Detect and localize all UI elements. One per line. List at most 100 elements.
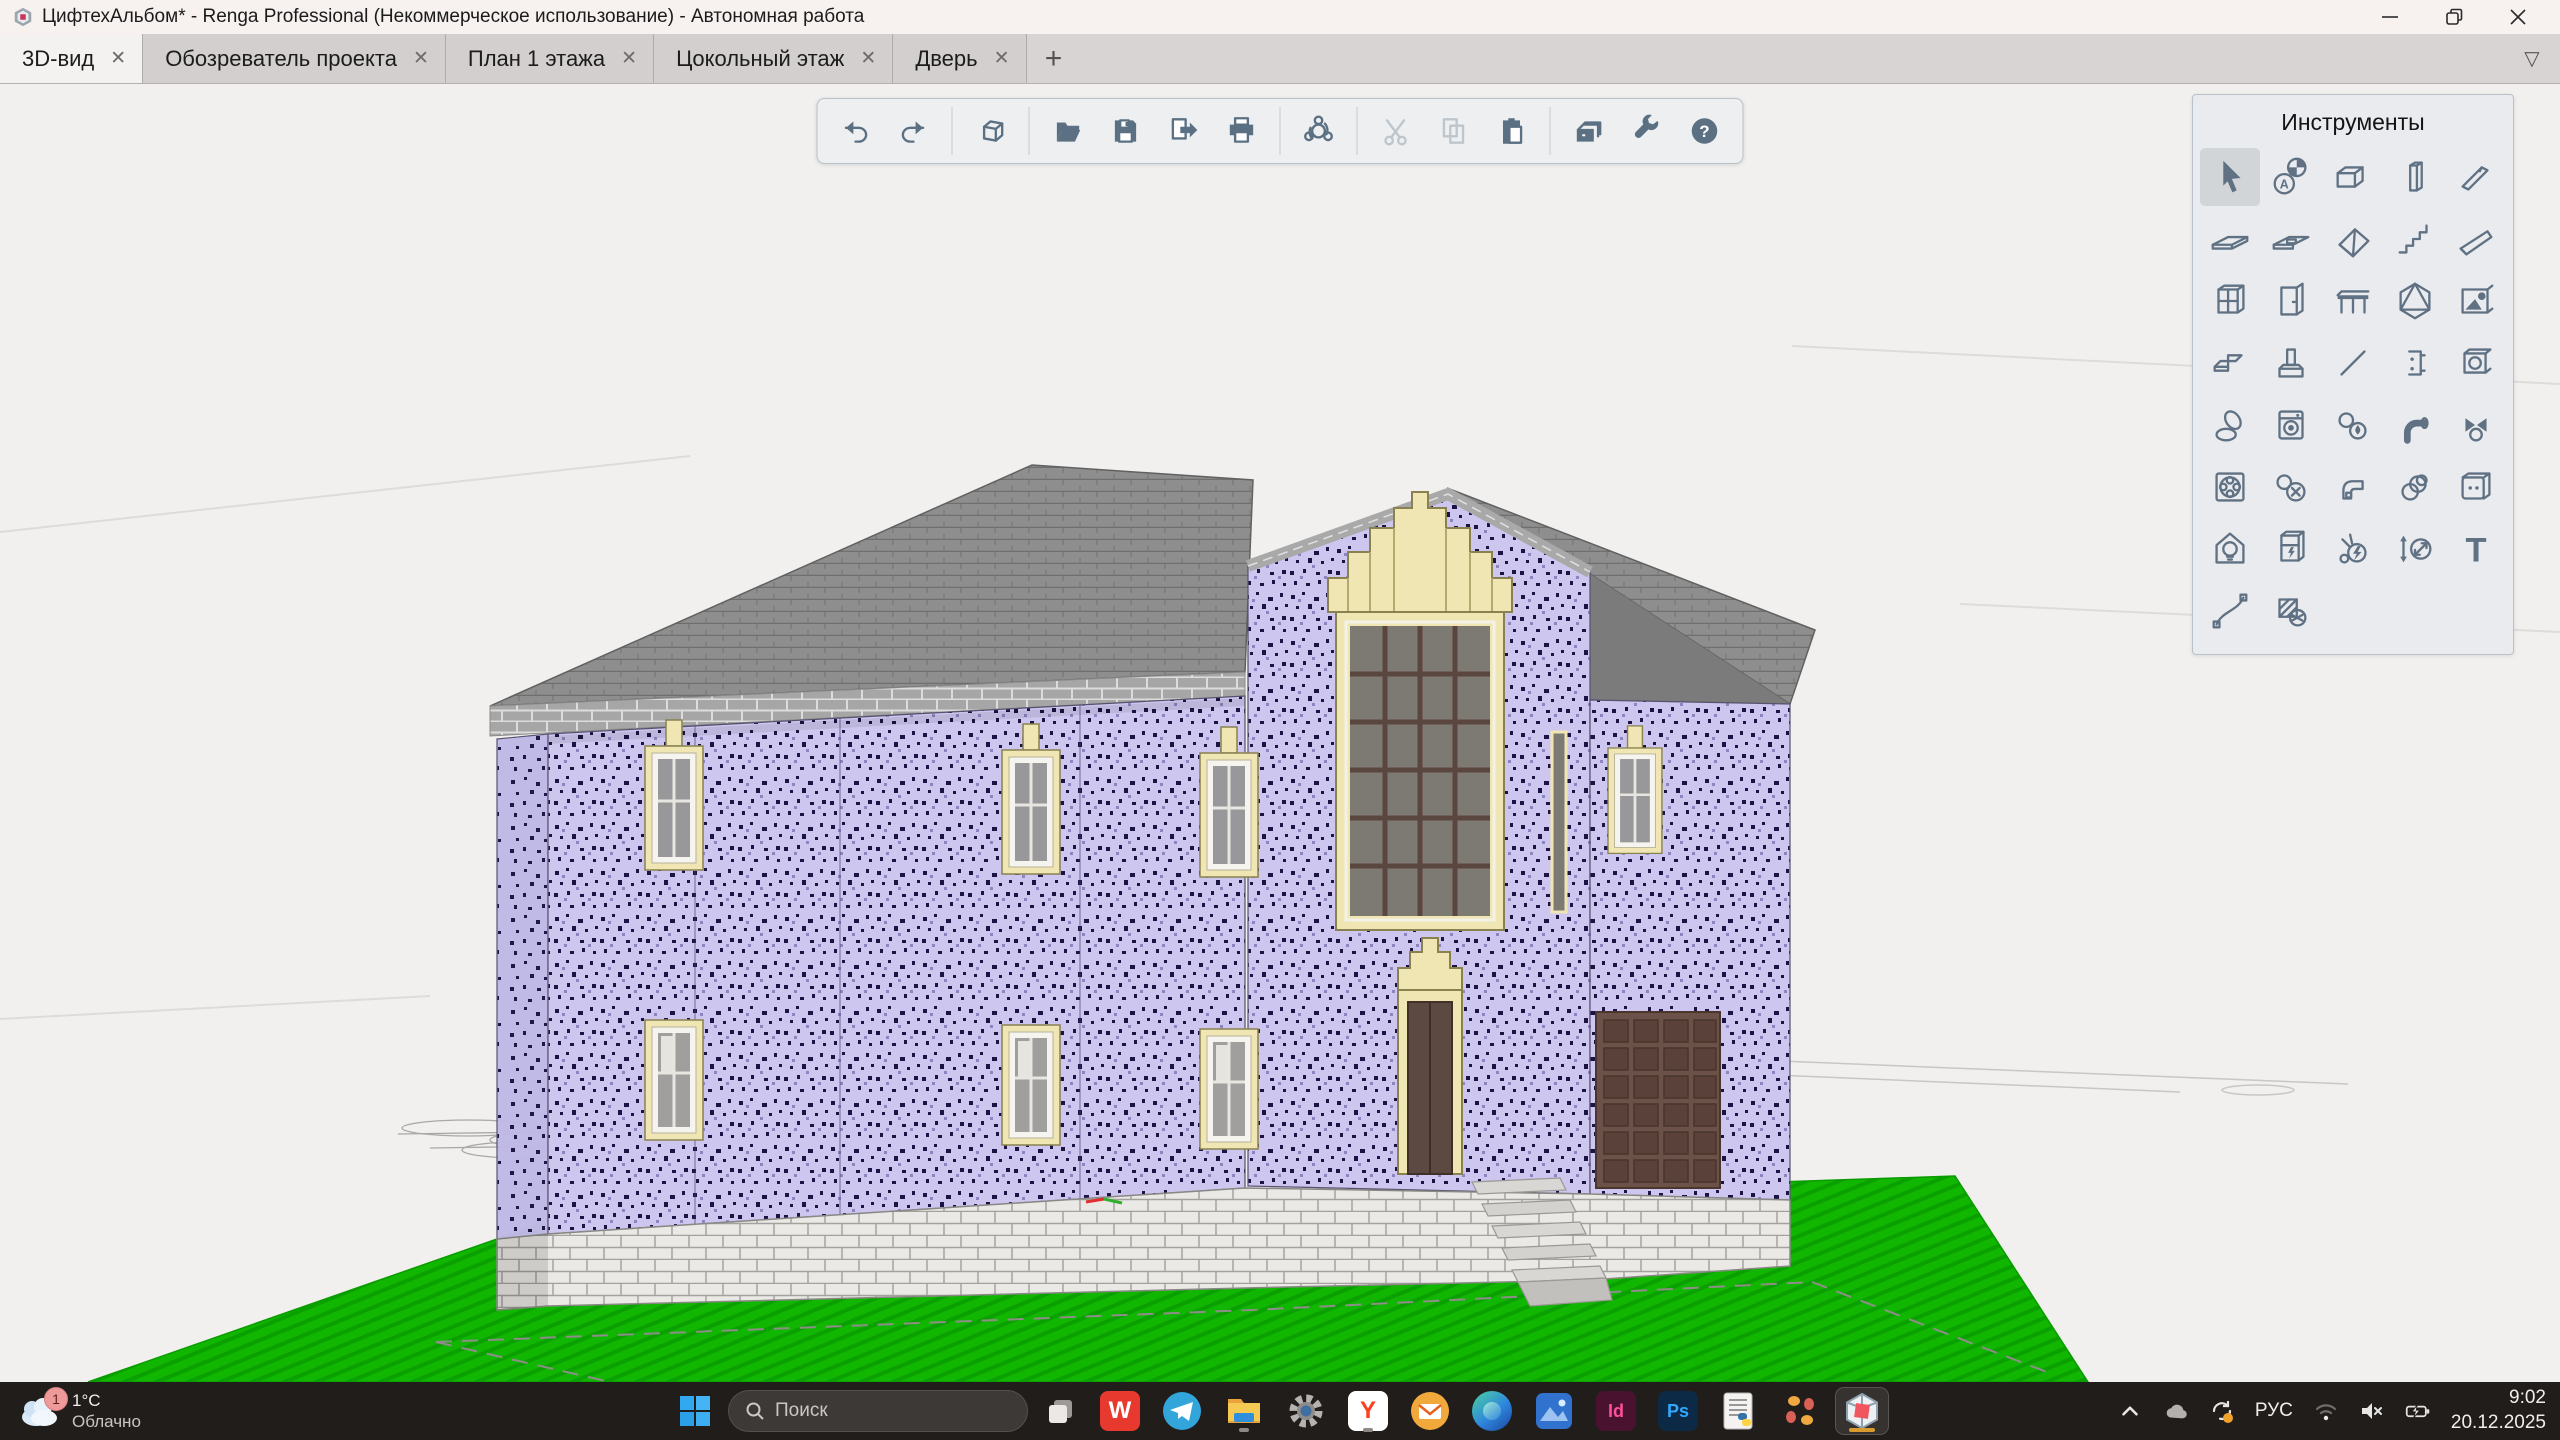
tool-wall[interactable] xyxy=(2323,148,2383,206)
taskbar-app-yandex-mail[interactable] xyxy=(1404,1388,1456,1434)
paste-button[interactable] xyxy=(1486,105,1538,157)
close-button[interactable] xyxy=(2486,1,2550,33)
save-button[interactable] xyxy=(1100,105,1152,157)
tool-hatch[interactable] xyxy=(2261,582,2321,640)
taskbar-app-python-file[interactable] xyxy=(1714,1388,1764,1434)
print-button[interactable] xyxy=(1216,105,1268,157)
minimize-button[interactable] xyxy=(2358,1,2422,33)
search-placeholder: Поиск xyxy=(775,1400,828,1422)
wifi-icon[interactable] xyxy=(2313,1382,2339,1440)
close-tab-icon[interactable]: ✕ xyxy=(621,47,637,70)
view-3d-button[interactable] xyxy=(965,105,1017,157)
tab-label: План 1 этажа xyxy=(468,46,605,72)
copy-button xyxy=(1428,105,1480,157)
tab-Цокольный этаж[interactable]: Цокольный этаж✕ xyxy=(654,34,893,83)
tab-Дверь[interactable]: Дверь✕ xyxy=(893,34,1026,83)
tab-Обозреватель проекта[interactable]: Обозреватель проекта✕ xyxy=(143,34,446,83)
tool-light[interactable] xyxy=(2200,520,2260,578)
sync-status-icon[interactable] xyxy=(2209,1382,2235,1440)
windows-logo-icon xyxy=(678,1394,712,1428)
taskbar-app-settings[interactable] xyxy=(1280,1388,1332,1434)
tool-vent-unit[interactable] xyxy=(2200,458,2260,516)
pipe-fitting-icon xyxy=(2392,402,2438,448)
tool-text[interactable]: T xyxy=(2446,520,2506,578)
redo-button[interactable] xyxy=(888,105,940,157)
close-tab-icon[interactable]: ✕ xyxy=(413,47,429,70)
tab-3D-вид[interactable]: 3D-вид✕ xyxy=(0,34,143,83)
wrench-button[interactable] xyxy=(1621,105,1673,157)
tool-model-image[interactable] xyxy=(2446,272,2506,330)
tool-foundation[interactable] xyxy=(2261,334,2321,392)
tool-assembly[interactable] xyxy=(2323,272,2383,330)
close-tab-icon[interactable]: ✕ xyxy=(994,47,1010,70)
task-view-button[interactable] xyxy=(1038,1388,1084,1434)
gable-window xyxy=(1328,492,1512,930)
restore-button[interactable] xyxy=(2422,1,2486,33)
taskbar-app-app-dots[interactable] xyxy=(1774,1388,1826,1434)
appliance-icon xyxy=(2268,402,2314,448)
view-3d-icon xyxy=(974,114,1008,148)
close-tab-icon[interactable]: ✕ xyxy=(110,47,126,70)
tool-measure[interactable]: A xyxy=(2261,148,2321,206)
orbit-button[interactable] xyxy=(1293,105,1345,157)
volume-muted-icon[interactable] xyxy=(2359,1382,2385,1440)
taskbar-app-photos[interactable] xyxy=(1528,1388,1580,1434)
taskbar-app-edge[interactable] xyxy=(1466,1388,1518,1434)
tool-pipe-system[interactable] xyxy=(2323,396,2383,454)
tool-dimension[interactable] xyxy=(2385,520,2445,578)
tool-floor[interactable] xyxy=(2200,210,2260,268)
tool-window[interactable] xyxy=(2200,272,2260,330)
tool-spline[interactable] xyxy=(2200,582,2260,640)
language-indicator[interactable]: РУС xyxy=(2255,1382,2293,1440)
tool-duct-fitting[interactable] xyxy=(2323,458,2383,516)
tool-door[interactable] xyxy=(2261,272,2321,330)
tool-roof[interactable] xyxy=(2323,210,2383,268)
taskbar-app-file-explorer[interactable] xyxy=(1218,1388,1270,1434)
taskbar-app-photoshop[interactable]: Ps xyxy=(1652,1388,1704,1434)
close-tab-icon[interactable]: ✕ xyxy=(860,47,876,70)
tool-ramp[interactable] xyxy=(2446,210,2506,268)
tool-select[interactable] xyxy=(2200,148,2260,206)
tool-socket[interactable] xyxy=(2446,458,2506,516)
battery-charging-icon[interactable] xyxy=(2405,1382,2431,1440)
tool-electric-panel[interactable] xyxy=(2261,520,2321,578)
tool-appliance[interactable] xyxy=(2261,396,2321,454)
tab-overflow-button[interactable]: ▽ xyxy=(2504,34,2560,83)
tool-duct-accessory[interactable] xyxy=(2385,458,2445,516)
undo-button[interactable] xyxy=(830,105,882,157)
viewport-3d[interactable]: ? Инструменты AT xyxy=(0,84,2560,1382)
tool-opening[interactable] xyxy=(2261,210,2321,268)
tool-element[interactable] xyxy=(2385,272,2445,330)
help-button[interactable]: ? xyxy=(1679,105,1731,157)
tool-pipe-fitting[interactable] xyxy=(2385,396,2445,454)
measure-icon: A xyxy=(2268,154,2314,200)
tool-profile[interactable] xyxy=(2200,334,2260,392)
search-input[interactable]: Поиск xyxy=(728,1390,1028,1432)
tool-stairs[interactable] xyxy=(2385,210,2445,268)
tool-line[interactable] xyxy=(2323,334,2383,392)
tool-wiring[interactable] xyxy=(2323,520,2383,578)
weather-widget[interactable]: 1 1°C Облачно xyxy=(10,1382,149,1440)
new-tab-button[interactable]: + xyxy=(1027,34,1081,83)
tool-equipment[interactable] xyxy=(2446,334,2506,392)
start-button[interactable] xyxy=(672,1388,718,1434)
tab-План 1 этажа[interactable]: План 1 этажа ✕ xyxy=(446,34,654,83)
export-button[interactable] xyxy=(1158,105,1210,157)
copy-icon xyxy=(1437,114,1471,148)
taskbar-app-wps-office[interactable]: W xyxy=(1094,1388,1146,1434)
open-button[interactable] xyxy=(1042,105,1094,157)
drawings-button[interactable] xyxy=(1563,105,1615,157)
clock[interactable]: 9:02 20.12.2025 xyxy=(2451,1386,2546,1435)
tool-port[interactable] xyxy=(2385,334,2445,392)
tool-pipe-accessory[interactable] xyxy=(2446,396,2506,454)
tool-beam[interactable] xyxy=(2446,148,2506,206)
tray-expand-button[interactable] xyxy=(2117,1382,2143,1440)
onedrive-icon[interactable] xyxy=(2163,1382,2189,1440)
tool-sanitary[interactable] xyxy=(2200,396,2260,454)
tool-duct-system[interactable] xyxy=(2261,458,2321,516)
tool-column[interactable] xyxy=(2385,148,2445,206)
taskbar-app-telegram[interactable] xyxy=(1156,1388,1208,1434)
taskbar-app-yandex-browser[interactable]: Y xyxy=(1342,1388,1394,1434)
taskbar-app-renga[interactable] xyxy=(1836,1388,1888,1434)
taskbar-app-indesign[interactable]: Id xyxy=(1590,1388,1642,1434)
